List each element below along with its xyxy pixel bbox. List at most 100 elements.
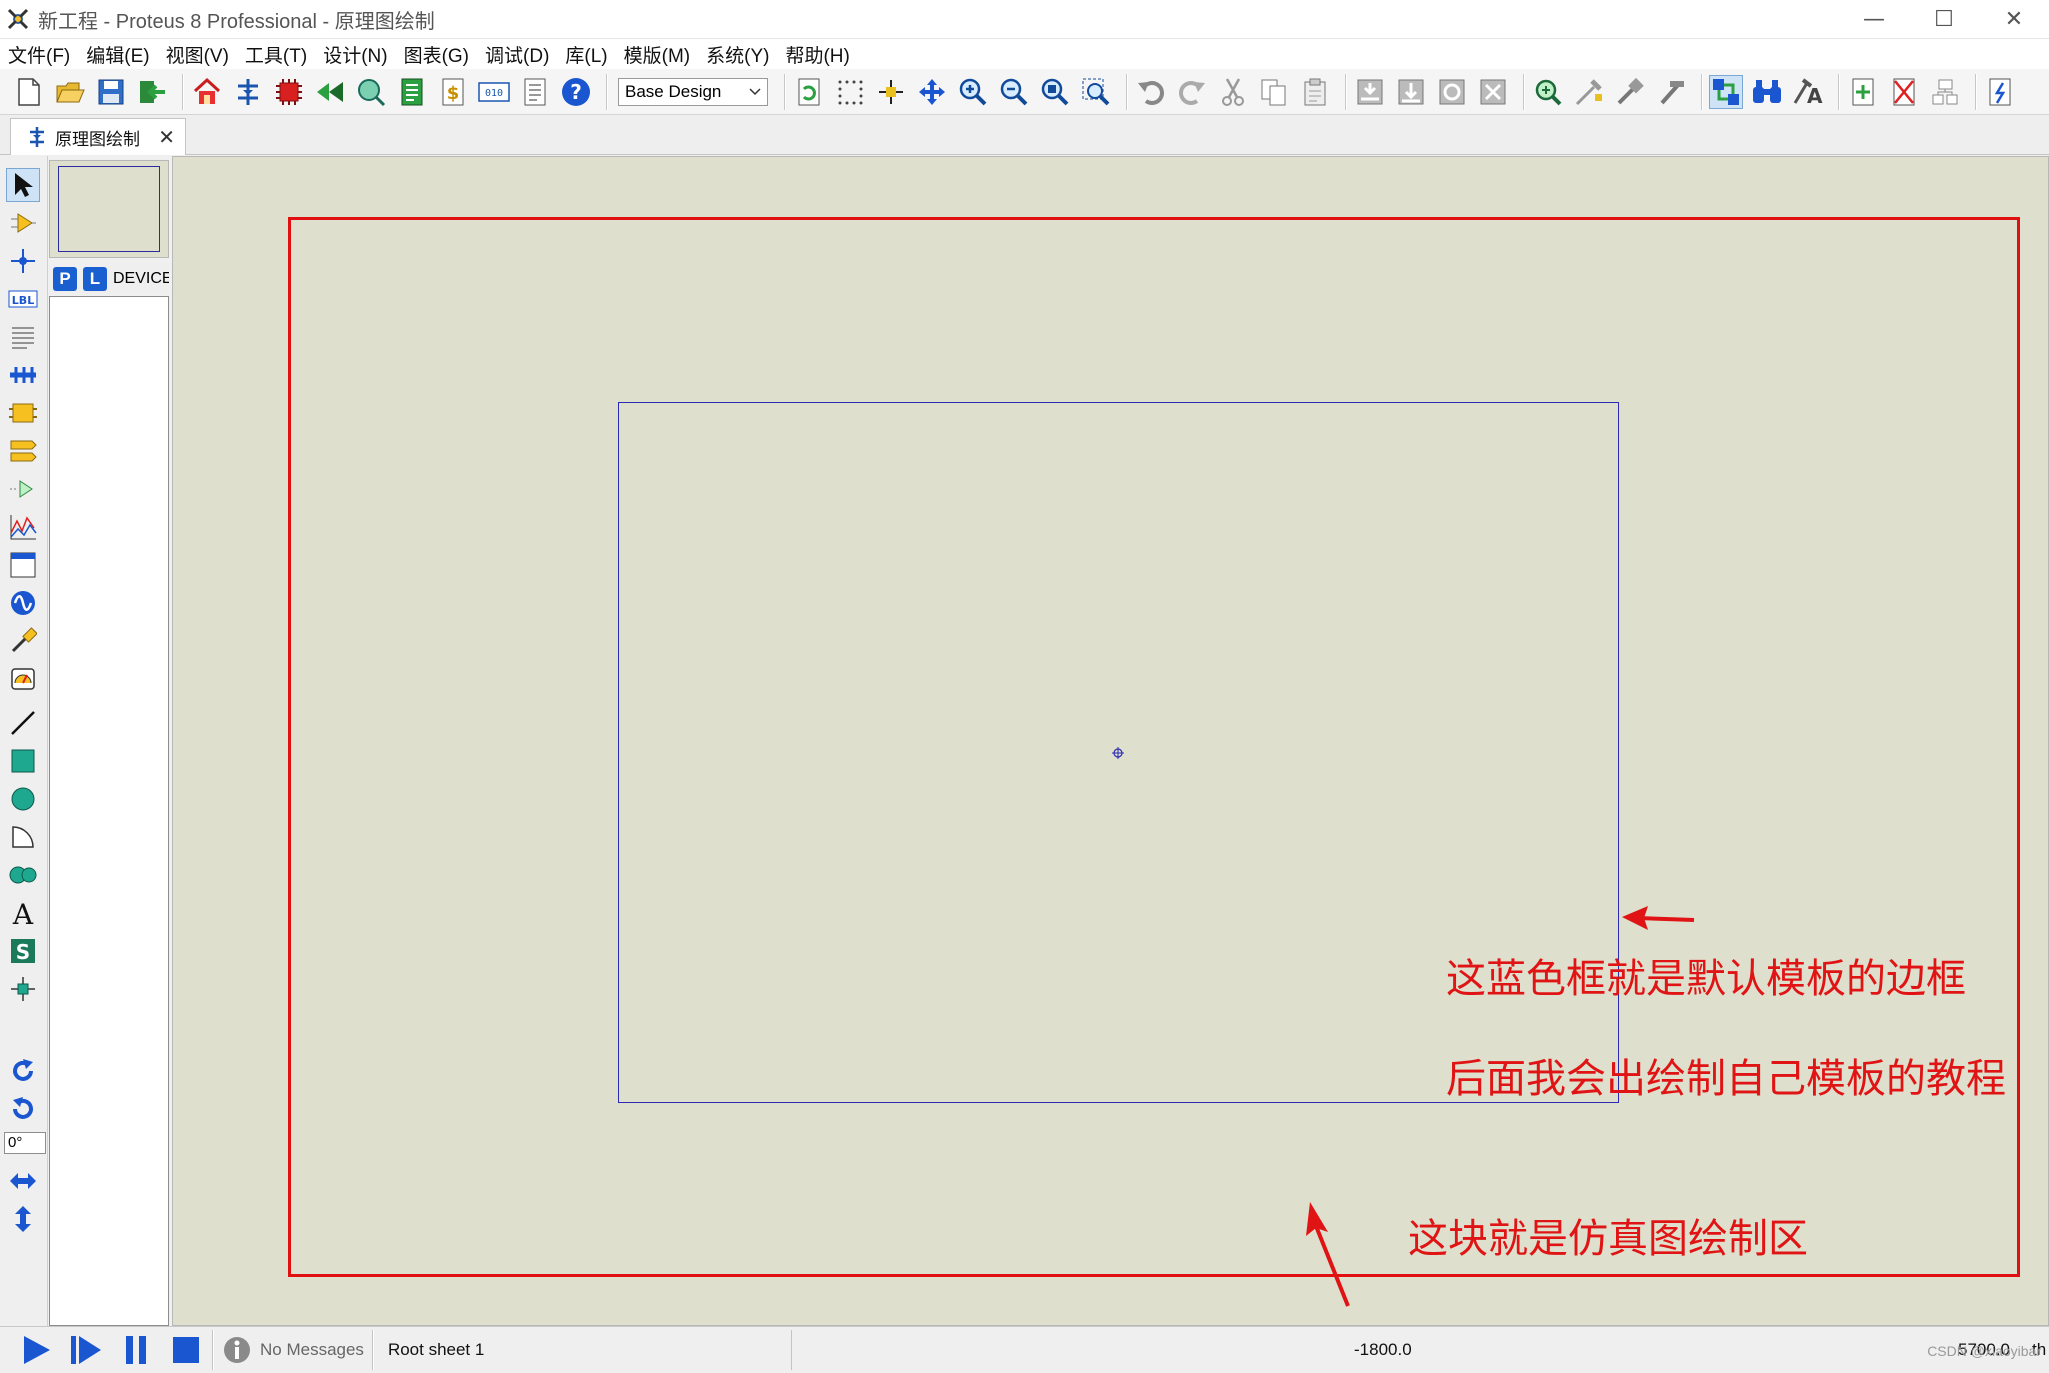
notes-icon[interactable] bbox=[518, 75, 552, 109]
menu-help[interactable]: 帮助(H) bbox=[785, 41, 849, 68]
make-device-icon[interactable] bbox=[1572, 75, 1606, 109]
path-icon[interactable] bbox=[6, 858, 40, 892]
menu-template[interactable]: 模版(M) bbox=[624, 41, 690, 68]
block-copy-icon[interactable] bbox=[1353, 75, 1387, 109]
menu-file[interactable]: 文件(F) bbox=[8, 41, 70, 68]
design-variant-select[interactable]: Base Design bbox=[618, 77, 768, 106]
svg-text:010: 010 bbox=[485, 88, 503, 99]
box-icon[interactable] bbox=[6, 744, 40, 778]
origin-icon[interactable] bbox=[874, 75, 908, 109]
netlist-icon[interactable] bbox=[1983, 75, 2017, 109]
rotation-angle-field[interactable]: 0° bbox=[4, 1132, 46, 1154]
library-manager-button[interactable]: L bbox=[83, 267, 107, 291]
cut-icon[interactable] bbox=[1216, 75, 1250, 109]
property-tool-icon[interactable]: A bbox=[1791, 75, 1825, 109]
open-folder-icon[interactable] bbox=[53, 75, 87, 109]
copy-icon[interactable] bbox=[1257, 75, 1291, 109]
menu-edit[interactable]: 编辑(E) bbox=[86, 41, 149, 68]
search-icon[interactable] bbox=[1750, 75, 1784, 109]
svg-text:$: $ bbox=[447, 83, 460, 104]
probe-icon[interactable] bbox=[6, 624, 40, 658]
arc-icon[interactable] bbox=[6, 820, 40, 854]
3d-viewer-icon[interactable] bbox=[354, 75, 388, 109]
home-icon[interactable] bbox=[190, 75, 224, 109]
menu-library[interactable]: 库(L) bbox=[565, 41, 607, 68]
block-move-icon[interactable] bbox=[1394, 75, 1428, 109]
grid-icon[interactable] bbox=[833, 75, 867, 109]
mirror-x-icon[interactable] bbox=[6, 1164, 40, 1198]
line-icon[interactable] bbox=[6, 706, 40, 740]
menu-debug[interactable]: 调试(D) bbox=[485, 41, 549, 68]
pan-icon[interactable] bbox=[915, 75, 949, 109]
stop-icon[interactable] bbox=[168, 1332, 204, 1368]
generator-icon[interactable] bbox=[6, 586, 40, 620]
menu-tools[interactable]: 工具(T) bbox=[245, 41, 307, 68]
help-icon[interactable]: ? bbox=[559, 75, 593, 109]
symbol-icon[interactable]: S bbox=[6, 934, 40, 968]
terminal-icon[interactable] bbox=[6, 434, 40, 468]
dollar-icon[interactable]: $ bbox=[436, 75, 470, 109]
zoom-all-icon[interactable] bbox=[1038, 75, 1072, 109]
pin-icon[interactable] bbox=[6, 472, 40, 506]
play-icon[interactable] bbox=[18, 1332, 54, 1368]
current-sheet: Root sheet 1 bbox=[382, 1330, 792, 1370]
import-icon[interactable] bbox=[135, 75, 169, 109]
tape-icon[interactable] bbox=[6, 548, 40, 582]
zoom-in-icon[interactable] bbox=[956, 75, 990, 109]
wire-autorouter-icon[interactable] bbox=[1709, 74, 1743, 109]
marker-icon[interactable] bbox=[6, 972, 40, 1006]
text-icon[interactable]: A bbox=[6, 896, 40, 930]
messages-status[interactable]: No Messages bbox=[260, 1340, 364, 1360]
block-rotate-icon[interactable] bbox=[1435, 75, 1469, 109]
schematic-icon[interactable] bbox=[231, 75, 265, 109]
gerber-icon[interactable] bbox=[313, 75, 347, 109]
devices-label: DEVICES bbox=[113, 270, 169, 287]
junction-icon[interactable] bbox=[6, 244, 40, 278]
block-delete-icon[interactable] bbox=[1476, 75, 1510, 109]
decompose-icon[interactable] bbox=[1654, 75, 1688, 109]
rotate-ccw-icon[interactable] bbox=[6, 1092, 40, 1126]
step-icon[interactable] bbox=[68, 1332, 104, 1368]
selection-icon[interactable] bbox=[6, 168, 40, 202]
new-file-icon[interactable] bbox=[12, 75, 46, 109]
menu-system[interactable]: 系统(Y) bbox=[706, 41, 769, 68]
refresh-icon[interactable] bbox=[792, 75, 826, 109]
pause-icon[interactable] bbox=[118, 1332, 154, 1368]
menu-design[interactable]: 设计(N) bbox=[323, 41, 387, 68]
proteus-app-icon[interactable] bbox=[6, 7, 30, 31]
redo-icon[interactable] bbox=[1175, 75, 1209, 109]
paste-icon[interactable] bbox=[1298, 75, 1332, 109]
device-list[interactable] bbox=[49, 296, 169, 1326]
close-button[interactable]: ✕ bbox=[1979, 0, 2049, 39]
maximize-button[interactable]: ☐ bbox=[1909, 0, 1979, 39]
instrument-icon[interactable] bbox=[6, 662, 40, 696]
new-sheet-icon[interactable] bbox=[1846, 75, 1880, 109]
mirror-y-icon[interactable] bbox=[6, 1202, 40, 1236]
tab-close-icon[interactable]: ✕ bbox=[158, 125, 175, 149]
pcb-chip-icon[interactable] bbox=[272, 75, 306, 109]
component-icon[interactable] bbox=[6, 206, 40, 240]
pick-from-library-button[interactable]: P bbox=[53, 267, 77, 291]
undo-icon[interactable] bbox=[1134, 75, 1168, 109]
save-icon[interactable] bbox=[94, 75, 128, 109]
menu-graph[interactable]: 图表(G) bbox=[404, 41, 469, 68]
bus-icon[interactable] bbox=[6, 358, 40, 392]
minimize-button[interactable]: — bbox=[1839, 0, 1909, 39]
tab-schematic-capture[interactable]: 原理图绘制 ✕ bbox=[10, 118, 186, 155]
graph-icon[interactable] bbox=[6, 510, 40, 544]
overview-window[interactable] bbox=[49, 160, 169, 258]
subcircuit-icon[interactable] bbox=[6, 396, 40, 430]
wire-label-icon[interactable]: LBL bbox=[6, 282, 40, 316]
menu-view[interactable]: 视图(V) bbox=[166, 41, 229, 68]
text-script-icon[interactable] bbox=[6, 320, 40, 354]
rotate-cw-icon[interactable] bbox=[6, 1054, 40, 1088]
packaging-icon[interactable] bbox=[1613, 75, 1647, 109]
delete-sheet-icon[interactable] bbox=[1887, 75, 1921, 109]
pick-device-icon[interactable] bbox=[1531, 75, 1565, 109]
binary-icon[interactable]: 010 bbox=[477, 75, 511, 109]
bom-icon[interactable] bbox=[395, 75, 429, 109]
exit-parent-icon[interactable] bbox=[1928, 75, 1962, 109]
circle-icon[interactable] bbox=[6, 782, 40, 816]
zoom-out-icon[interactable] bbox=[997, 75, 1031, 109]
zoom-area-icon[interactable] bbox=[1079, 75, 1113, 109]
